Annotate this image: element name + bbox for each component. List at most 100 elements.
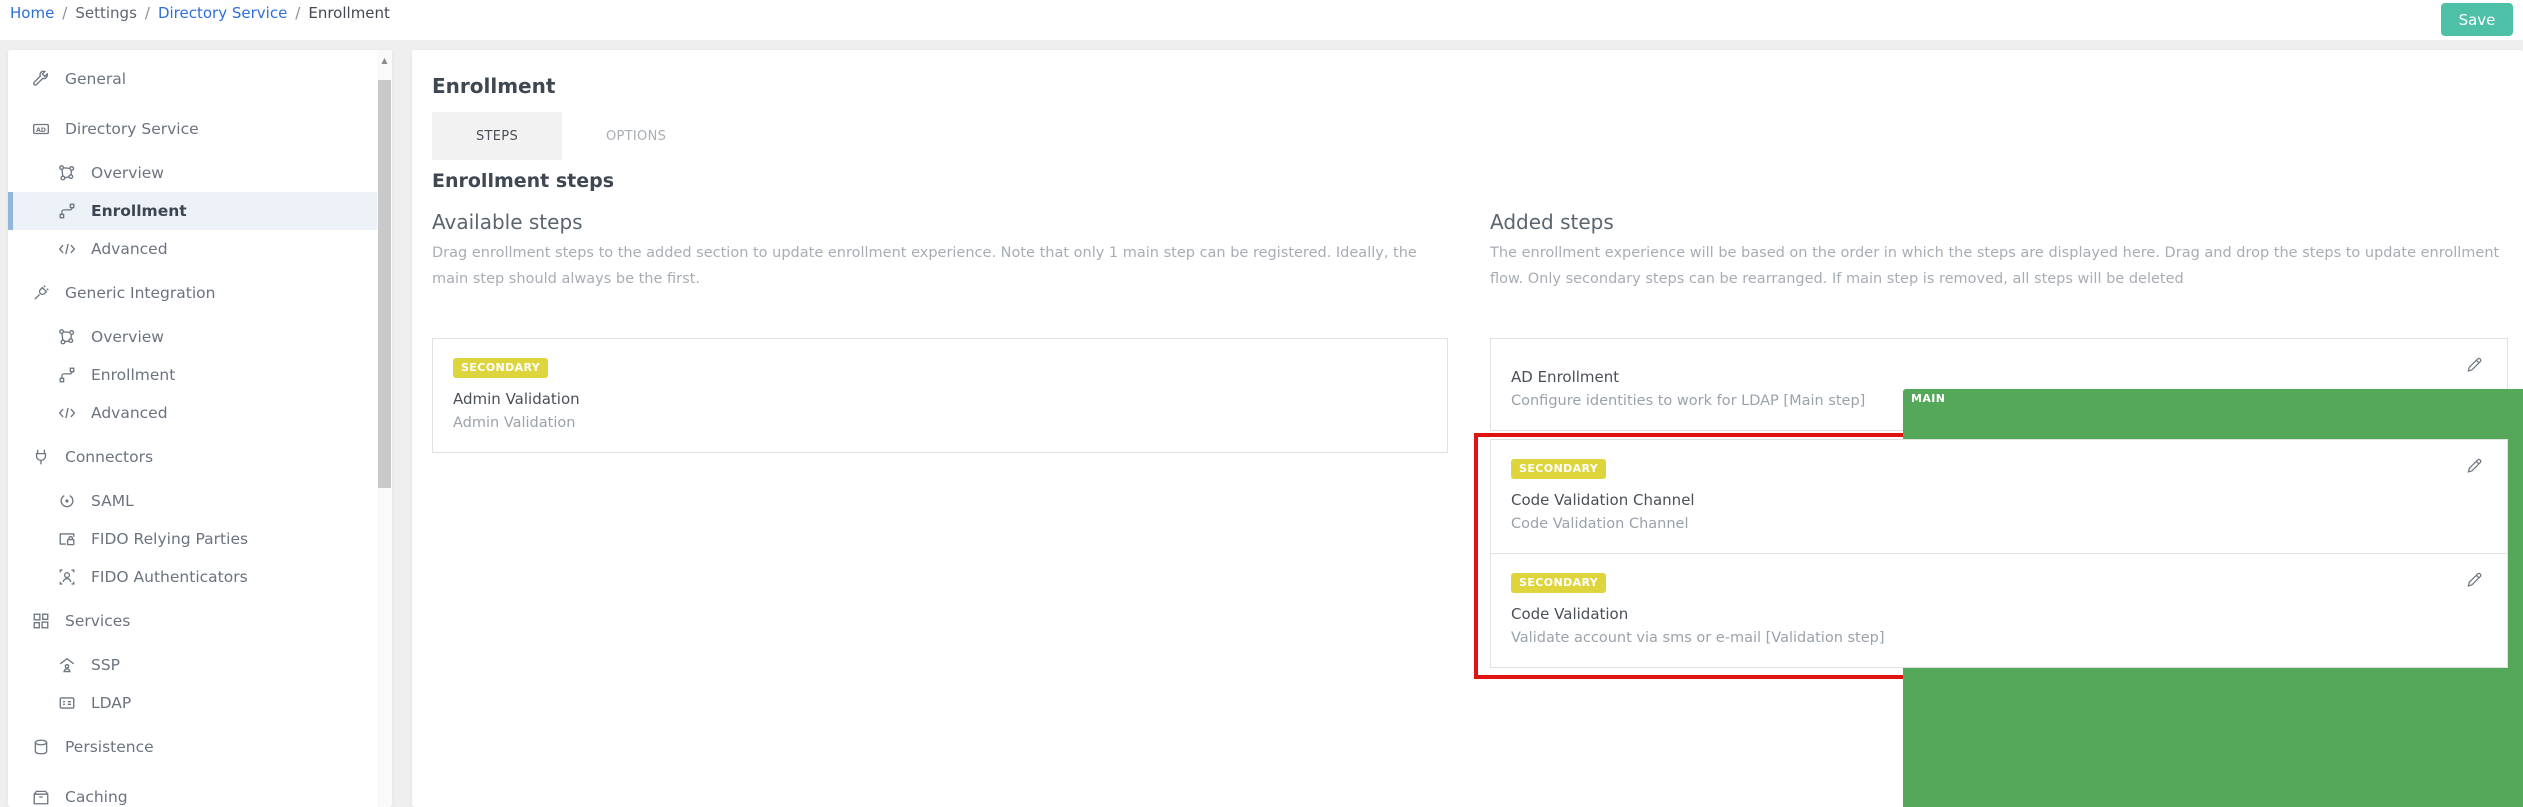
network-nodes-icon (58, 328, 76, 346)
ad-badge-icon: AD (32, 120, 50, 138)
sidebar-item-label: Overview (91, 328, 164, 346)
wrench-icon (32, 70, 50, 88)
available-steps-column: Available steps Drag enrollment steps to… (432, 210, 1448, 453)
sidebar-item-label: Caching (65, 788, 128, 806)
sidebar-item-caching[interactable]: Caching (8, 772, 377, 807)
available-steps-list: SECONDARY Admin Validation Admin Validat… (432, 338, 1448, 453)
step-card-code-validation[interactable]: SECONDARY Code Validation Validate accou… (1490, 553, 2508, 668)
breadcrumb: Home / Settings / Directory Service / En… (10, 4, 390, 22)
ring-dot-icon (58, 492, 76, 510)
settings-sidebar: General AD Directory Service Overview En… (8, 50, 392, 807)
pencil-icon (2465, 455, 2483, 473)
sidebar-item-label: General (65, 70, 126, 88)
available-steps-heading: Available steps (432, 210, 1448, 234)
code-icon (58, 404, 76, 422)
available-steps-description: Drag enrollment steps to the added secti… (432, 240, 1448, 292)
sidebar-item-connectors[interactable]: Connectors (8, 432, 377, 482)
sidebar-item-label: Overview (91, 164, 164, 182)
main-panel: Enrollment STEPS OPTIONS Enrollment step… (412, 50, 2523, 807)
step-card-title: Code Validation (1511, 605, 2487, 623)
step-card-ad-enrollment[interactable]: MAIN AD Enrollment Configure identities … (1490, 338, 2508, 431)
step-card-title: Admin Validation (453, 390, 1427, 408)
person-scan-icon (58, 568, 76, 586)
id-card-icon (58, 694, 76, 712)
sidebar-item-label: Advanced (91, 404, 168, 422)
scroll-up-arrow-icon[interactable]: ▲ (377, 56, 392, 65)
breadcrumb-home[interactable]: Home (10, 4, 54, 22)
sidebar-item-label: Advanced (91, 240, 168, 258)
tab-options[interactable]: OPTIONS (562, 112, 710, 160)
sidebar-item-ldap[interactable]: LDAP (8, 684, 377, 722)
code-icon (58, 240, 76, 258)
added-steps-column: Added steps The enrollment experience wi… (1490, 210, 2508, 679)
step-card-title: AD Enrollment (1511, 368, 2487, 386)
svg-text:AD: AD (36, 127, 46, 134)
sidebar-item-ds-enrollment[interactable]: Enrollment (8, 192, 377, 230)
sidebar-item-ds-overview[interactable]: Overview (8, 154, 377, 192)
sidebar-item-services[interactable]: Services (8, 596, 377, 646)
status-badge: SECONDARY (1511, 573, 1606, 593)
sidebar-item-label: Services (65, 612, 130, 630)
database-icon (32, 738, 50, 756)
sidebar-item-gi-advanced[interactable]: Advanced (8, 394, 377, 432)
sidebar-item-label: Generic Integration (65, 284, 215, 302)
edit-step-button[interactable] (2463, 354, 2485, 376)
step-card-title: Code Validation Channel (1511, 491, 2487, 509)
sidebar-item-label: Connectors (65, 448, 153, 466)
top-bar: Home / Settings / Directory Service / En… (0, 0, 2523, 40)
added-steps-list: MAIN AD Enrollment Configure identities … (1490, 338, 2508, 679)
edit-step-button[interactable] (2463, 455, 2485, 477)
box-icon (32, 788, 50, 806)
breadcrumb-enrollment: Enrollment (308, 4, 390, 22)
integration-plug-icon (32, 284, 50, 302)
save-button[interactable]: Save (2441, 3, 2513, 36)
power-plug-icon (32, 448, 50, 466)
breadcrumb-separator: / (145, 4, 150, 22)
status-badge: SECONDARY (1511, 459, 1606, 479)
step-card-description: Code Validation Channel (1511, 516, 2487, 532)
sidebar-item-label: Enrollment (91, 366, 175, 384)
added-steps-heading: Added steps (1490, 210, 2508, 234)
sidebar-scrollbar[interactable]: ▲ (377, 50, 392, 807)
sidebar-item-fido-relying-parties[interactable]: FIDO Relying Parties (8, 520, 377, 558)
sidebar-item-general[interactable]: General (8, 54, 377, 104)
step-card-admin-validation[interactable]: SECONDARY Admin Validation Admin Validat… (432, 338, 1448, 453)
pencil-icon (2465, 569, 2483, 587)
breadcrumb-separator: / (62, 4, 67, 22)
sidebar-item-label: SAML (91, 492, 134, 510)
sidebar-item-label: Directory Service (65, 120, 199, 138)
sidebar-item-fido-authenticators[interactable]: FIDO Authenticators (8, 558, 377, 596)
tab-steps[interactable]: STEPS (432, 112, 562, 160)
step-card-code-validation-channel[interactable]: SECONDARY Code Validation Channel Code V… (1490, 439, 2508, 554)
sidebar-scrollbar-thumb[interactable] (378, 80, 391, 488)
sidebar-item-gi-overview[interactable]: Overview (8, 318, 377, 356)
sidebar-item-gi-enrollment[interactable]: Enrollment (8, 356, 377, 394)
breadcrumb-settings: Settings (75, 4, 137, 22)
step-card-description: Validate account via sms or e-mail [Vali… (1511, 630, 2487, 646)
screen-lock-icon (58, 530, 76, 548)
home-person-icon (58, 656, 76, 674)
sidebar-item-label: FIDO Authenticators (91, 568, 248, 586)
sidebar-item-saml[interactable]: SAML (8, 482, 377, 520)
sidebar-item-label: SSP (91, 656, 120, 674)
sidebar-item-directory-service[interactable]: AD Directory Service (8, 104, 377, 154)
grid-icon (32, 612, 50, 630)
sidebar-item-ds-advanced[interactable]: Advanced (8, 230, 377, 268)
network-nodes-icon (58, 164, 76, 182)
sidebar-item-label: Enrollment (91, 202, 187, 220)
sidebar-item-persistence[interactable]: Persistence (8, 722, 377, 772)
sidebar-item-label: LDAP (91, 694, 131, 712)
highlight-rectangle: SECONDARY Code Validation Channel Code V… (1474, 433, 2518, 679)
step-card-description: Admin Validation (453, 415, 1427, 431)
sidebar-item-ssp[interactable]: SSP (8, 646, 377, 684)
enrollment-steps-icon (58, 366, 76, 384)
breadcrumb-directory-service[interactable]: Directory Service (158, 4, 287, 22)
edit-step-button[interactable] (2463, 569, 2485, 591)
sidebar-item-generic-integration[interactable]: Generic Integration (8, 268, 377, 318)
sidebar-item-label: Persistence (65, 738, 154, 756)
enrollment-steps-icon (58, 202, 76, 220)
sidebar-item-label: FIDO Relying Parties (91, 530, 248, 548)
breadcrumb-separator: / (295, 4, 300, 22)
pencil-icon (2465, 354, 2483, 372)
app-window: Home / Settings / Directory Service / En… (0, 0, 2523, 807)
